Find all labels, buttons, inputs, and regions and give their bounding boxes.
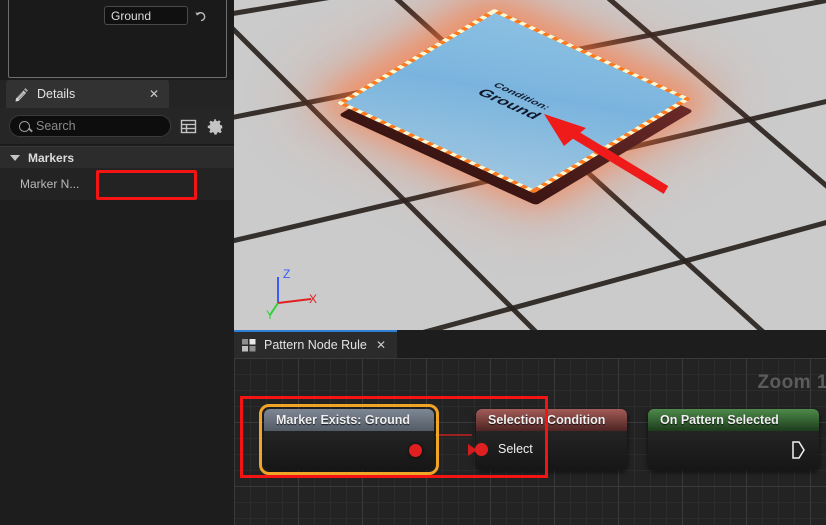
search-icon bbox=[19, 120, 30, 132]
axis-gizmo: Z X Y bbox=[266, 267, 317, 320]
details-tab-bar: Details ✕ bbox=[0, 80, 234, 108]
plane-selection-outline bbox=[336, 8, 692, 194]
view-options-gear-icon[interactable] bbox=[206, 117, 225, 136]
category-markers[interactable]: Markers bbox=[0, 146, 234, 168]
column-settings-icon[interactable] bbox=[179, 117, 198, 136]
select-input-pin-dot bbox=[475, 443, 488, 456]
graph-canvas[interactable]: Zoom 1 Marker Exists: Ground Selection C… bbox=[234, 358, 826, 525]
select-input-pin[interactable] bbox=[468, 443, 488, 456]
graph-tab-close-icon[interactable]: ✕ bbox=[373, 338, 389, 352]
property-row-marker-name: Marker N... bbox=[0, 168, 234, 200]
node-selection-condition-body: Select bbox=[468, 431, 627, 470]
bool-output-pin[interactable] bbox=[409, 444, 422, 457]
select-pin-label: Select bbox=[498, 442, 533, 456]
node-marker-exists[interactable]: Marker Exists: Ground bbox=[259, 404, 439, 475]
node-on-pattern-selected-body bbox=[648, 431, 819, 470]
search-input[interactable] bbox=[36, 119, 161, 133]
condition-plane[interactable]: Condition: Ground bbox=[336, 0, 694, 234]
revert-arrow-icon[interactable] bbox=[194, 9, 208, 23]
marker-name-input[interactable] bbox=[111, 8, 181, 23]
app-root: Details ✕ Search Markers Marker N... Gro… bbox=[0, 0, 826, 525]
zoom-level-label: Zoom 1 bbox=[757, 372, 826, 393]
node-marker-exists-body bbox=[264, 431, 434, 470]
tab-details[interactable]: Details ✕ bbox=[6, 80, 169, 108]
details-tab-label: Details bbox=[37, 87, 76, 101]
left-panel-column: Details ✕ Search Markers Marker N... Gro… bbox=[0, 0, 234, 525]
graph-tab-bar: Pattern Node Rule ✕ bbox=[234, 330, 826, 358]
gizmo-y-label: Y bbox=[266, 308, 274, 320]
chevron-down-icon bbox=[10, 154, 20, 161]
gizmo-z-label: Z bbox=[283, 267, 290, 281]
node-selection-condition[interactable]: Selection Condition Select bbox=[468, 409, 627, 470]
node-on-pattern-selected-title: On Pattern Selected bbox=[648, 409, 819, 431]
node-graph-panel: Pattern Node Rule ✕ Zoom 1 Marker Exists… bbox=[234, 330, 826, 525]
node-on-pattern-selected[interactable]: On Pattern Selected bbox=[648, 409, 819, 470]
graph-tab-label: Pattern Node Rule bbox=[264, 338, 367, 352]
graph-grid-icon bbox=[242, 338, 256, 352]
3d-viewport[interactable]: Condition: Ground Z X Y bbox=[234, 0, 826, 330]
details-pencil-icon bbox=[14, 86, 30, 102]
details-empty-area bbox=[0, 200, 234, 525]
exec-output-pin[interactable] bbox=[791, 441, 805, 459]
details-search-row bbox=[0, 108, 234, 144]
details-tab-close-icon[interactable]: ✕ bbox=[147, 87, 161, 101]
search-box[interactable] bbox=[9, 115, 171, 137]
marker-name-field[interactable] bbox=[104, 6, 188, 25]
tab-pattern-node-rule[interactable]: Pattern Node Rule ✕ bbox=[234, 330, 397, 358]
node-marker-exists-title: Marker Exists: Ground bbox=[264, 409, 434, 431]
category-markers-label: Markers bbox=[28, 150, 75, 165]
property-label-marker-name: Marker N... bbox=[20, 177, 80, 191]
node-selection-condition-title: Selection Condition bbox=[476, 409, 627, 431]
gizmo-x-label: X bbox=[309, 292, 317, 306]
